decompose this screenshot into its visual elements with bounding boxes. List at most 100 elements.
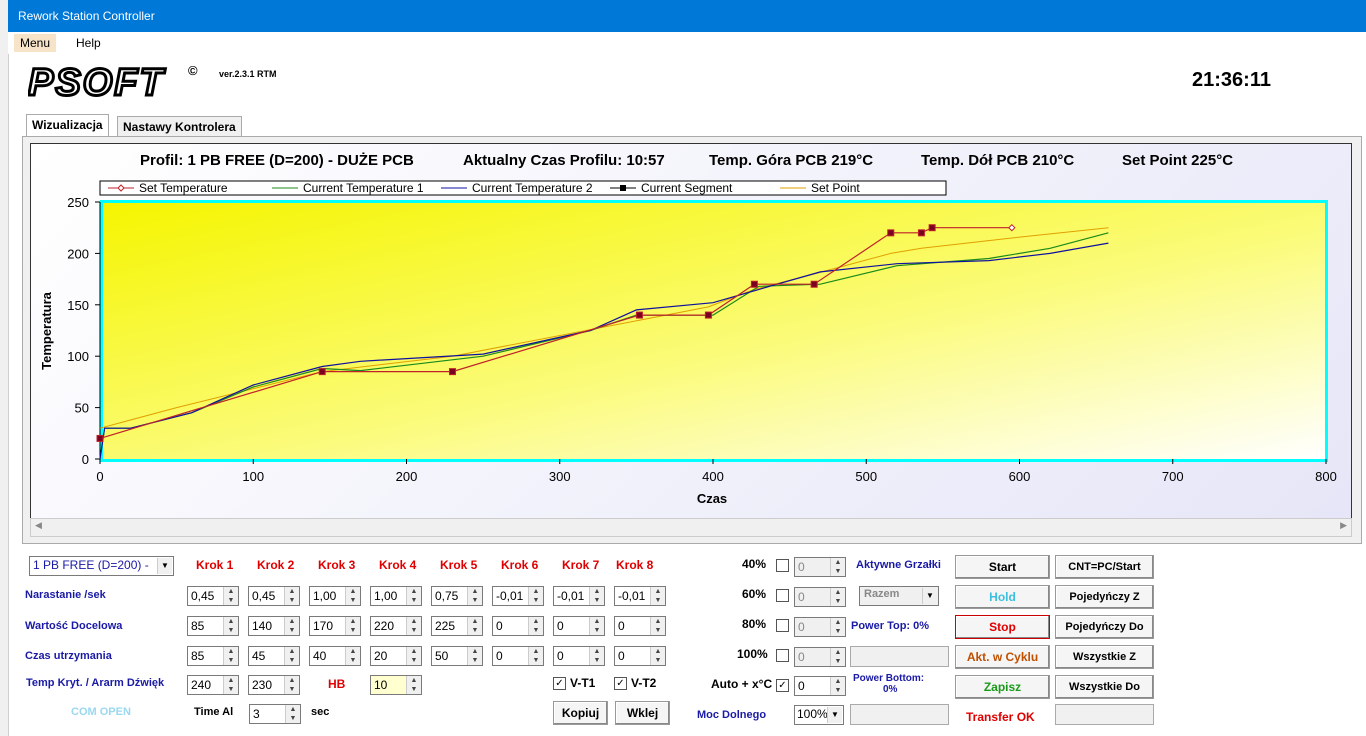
auto-checkbox[interactable]: ✓ [776, 679, 789, 692]
vt1-checkbox[interactable]: ✓ [553, 677, 566, 690]
step-value-input[interactable]: 170 ▲ ▼ [309, 616, 361, 636]
save-button[interactable]: Zapisz [955, 675, 1050, 699]
chevron-down-icon[interactable]: ▼ [157, 558, 172, 574]
step-value-input[interactable]: 50 ▲ ▼ [431, 646, 483, 666]
scroll-left-icon[interactable]: ◀ [35, 520, 42, 531]
legend-label: Set Temperature [139, 181, 228, 195]
all-z-button[interactable]: Wszystkie Z [1055, 645, 1154, 669]
moc-select[interactable]: 100% ▼ [794, 705, 844, 725]
tab-wizualizacja[interactable]: Wizualizacja [26, 114, 109, 138]
power-level-checkbox[interactable] [776, 559, 789, 572]
menu-item-menu[interactable]: Menu [14, 34, 57, 52]
chart-scrollbar[interactable]: ◀ ▶ [30, 518, 1352, 537]
set-temp-marker [448, 368, 456, 376]
step-value-input[interactable]: 140 ▲ ▼ [248, 616, 300, 636]
step-value-input[interactable]: 0 ▲ ▼ [614, 646, 666, 666]
step-value-input[interactable]: 0 ▲ ▼ [553, 616, 605, 636]
hold-button[interactable]: Hold [955, 585, 1050, 609]
window-title: Rework Station Controller [18, 9, 155, 23]
moc-label: Moc Dolnego [697, 709, 767, 721]
cycle-button[interactable]: Akt. w Cyklu [955, 645, 1050, 669]
step-value-input[interactable]: 220 ▲ ▼ [370, 616, 422, 636]
profile-select[interactable]: 1 PB FREE (D=200) - ▼ [29, 556, 174, 576]
x-axis-label: Czas [697, 491, 727, 506]
step-value-input[interactable]: 0,75 ▲ ▼ [431, 586, 483, 606]
y-tick-label: 250 [67, 195, 89, 210]
power-level-checkbox[interactable] [776, 649, 789, 662]
power-level-input[interactable]: 0 ▲ ▼ [794, 587, 846, 607]
legend-label: Set Point [811, 181, 860, 195]
menu-item-help[interactable]: Help [70, 34, 107, 52]
step-value-input[interactable]: 45 ▲ ▼ [248, 646, 300, 666]
transfer-box [1055, 704, 1154, 725]
step-header: Krok 7 [562, 558, 600, 572]
power-bottom-bar [850, 704, 949, 725]
power-level-checkbox[interactable] [776, 589, 789, 602]
y-tick-label: 50 [75, 401, 89, 416]
svg-text:©: © [188, 63, 198, 78]
step-header: Krok 2 [257, 558, 295, 572]
step-value-input[interactable]: 0 ▲ ▼ [553, 646, 605, 666]
step-value-input[interactable]: 0 ▲ ▼ [492, 646, 544, 666]
legend-marker [620, 185, 626, 191]
step-value-input[interactable]: 85 ▲ ▼ [187, 646, 239, 666]
alarm-sound-input[interactable]: 230 ▲ ▼ [248, 675, 300, 695]
power-top-bar [850, 646, 949, 667]
step-value-input[interactable]: 1,00 ▲ ▼ [309, 586, 361, 606]
step-value-input[interactable]: 20 ▲ ▼ [370, 646, 422, 666]
step-value-input[interactable]: 0,45 ▲ ▼ [187, 586, 239, 606]
power-bottom-value: 0% [883, 684, 898, 695]
step-value-input[interactable]: -0,01 ▲ ▼ [492, 586, 544, 606]
power-level-input[interactable]: 0 ▲ ▼ [794, 647, 846, 667]
auto-label: Auto + x°C [711, 677, 773, 691]
moc-value: 100% [797, 707, 828, 721]
step-value-input[interactable]: -0,01 ▲ ▼ [553, 586, 605, 606]
set-temp-marker [96, 434, 104, 442]
vt2-label: V-T2 [631, 676, 657, 690]
y-tick-label: 100 [67, 349, 89, 364]
scroll-right-icon[interactable]: ▶ [1340, 520, 1347, 531]
step-value-input[interactable]: 40 ▲ ▼ [309, 646, 361, 666]
single-do-button[interactable]: Pojedyńczy Do [1055, 615, 1154, 639]
chevron-down-icon[interactable]: ▼ [922, 588, 937, 604]
set-temp-marker [318, 368, 326, 376]
tab-nastawy[interactable]: Nastawy Kontrolera [117, 116, 242, 137]
copy-button[interactable]: Kopiuj [553, 701, 608, 725]
active-heaters-label: Aktywne Grzałki [856, 559, 941, 571]
step-value-input[interactable]: 0 ▲ ▼ [614, 616, 666, 636]
step-header: Krok 4 [379, 558, 417, 572]
chevron-down-icon[interactable]: ▼ [827, 707, 842, 723]
step-value-input[interactable]: 0 ▲ ▼ [492, 616, 544, 636]
single-z-button[interactable]: Pojedyńczy Z [1055, 585, 1154, 609]
stop-button[interactable]: Stop [955, 615, 1050, 639]
step-value-input[interactable]: -0,01 ▲ ▼ [614, 586, 666, 606]
logo-text: PSOFT [28, 63, 165, 101]
all-do-button[interactable]: Wszystkie Do [1055, 675, 1154, 699]
power-level-checkbox[interactable] [776, 619, 789, 632]
cnt-button[interactable]: CNT=PC/Start [1055, 555, 1154, 579]
paste-button[interactable]: Wklej [615, 701, 670, 725]
power-level-label: 60% [742, 587, 767, 601]
heater-mode-value: Razem [864, 588, 900, 600]
set-temp-marker [750, 280, 758, 288]
heater-mode-select[interactable]: Razem ▼ [859, 586, 939, 606]
start-button[interactable]: Start [955, 555, 1050, 579]
psoft-logo: PSOFT © [27, 61, 208, 106]
hb-input[interactable]: 10 ▲ ▼ [370, 675, 422, 695]
version-label: ver.2.3.1 RTM [219, 69, 277, 79]
auto-input[interactable]: 0 ▲ ▼ [794, 676, 846, 696]
set-temp-marker [810, 280, 818, 288]
x-tick-label: 400 [702, 469, 724, 484]
timeal-label: Time Al [194, 706, 234, 718]
step-value-input[interactable]: 0,45 ▲ ▼ [248, 586, 300, 606]
timeal-input[interactable]: 3 ▲ ▼ [249, 704, 301, 724]
power-level-input[interactable]: 0 ▲ ▼ [794, 557, 846, 577]
power-level-input[interactable]: 0 ▲ ▼ [794, 617, 846, 637]
alarm-label: Temp Kryt. / Ararm Dźwięk [26, 677, 165, 689]
step-value-input[interactable]: 225 ▲ ▼ [431, 616, 483, 636]
step-value-input[interactable]: 1,00 ▲ ▼ [370, 586, 422, 606]
com-status: COM OPEN [71, 706, 131, 718]
step-value-input[interactable]: 85 ▲ ▼ [187, 616, 239, 636]
alarm-crit-input[interactable]: 240 ▲ ▼ [187, 675, 239, 695]
vt2-checkbox[interactable]: ✓ [614, 677, 627, 690]
